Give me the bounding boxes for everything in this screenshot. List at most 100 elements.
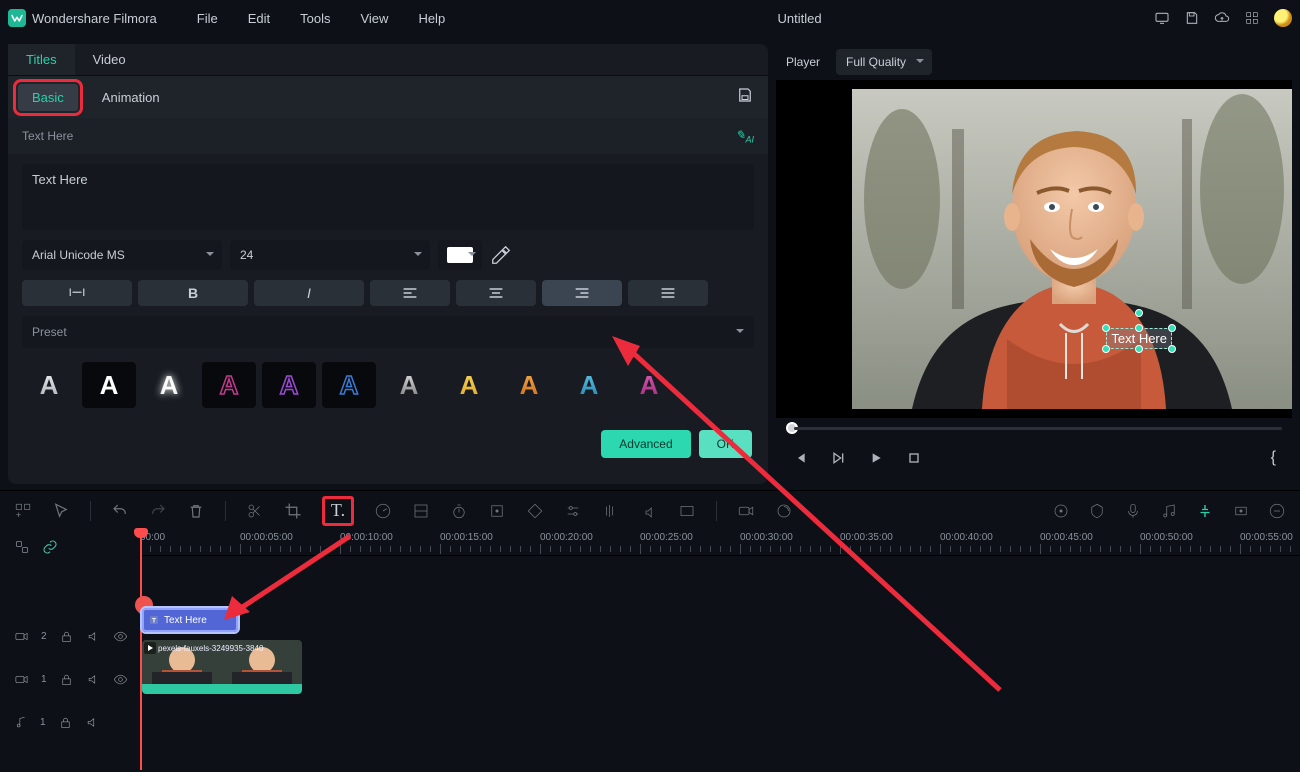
audio-detach-icon[interactable] xyxy=(602,502,620,520)
add-media-icon[interactable] xyxy=(14,502,32,520)
timer-icon[interactable] xyxy=(450,502,468,520)
cam-track-icon xyxy=(14,629,29,644)
stop-icon[interactable] xyxy=(906,450,922,466)
music-icon[interactable] xyxy=(1160,502,1178,520)
voiceover-icon[interactable] xyxy=(640,502,658,520)
preset-7[interactable]: A xyxy=(442,362,496,408)
tab-video[interactable]: Video xyxy=(75,44,144,75)
cursor-icon[interactable] xyxy=(52,502,70,520)
ai-icon[interactable]: ✎AI xyxy=(735,128,754,144)
video-clip[interactable]: pexels-fauxels-3249935-3840 xyxy=(142,640,302,694)
delete-icon[interactable] xyxy=(187,502,205,520)
render-icon[interactable] xyxy=(678,502,696,520)
menu-tools[interactable]: Tools xyxy=(300,11,330,26)
link-icon[interactable] xyxy=(42,539,58,555)
overlay-track[interactable]: T Text Here xyxy=(140,608,1300,640)
ruler-label: 00:00:20:00 xyxy=(540,532,593,543)
title-text-input[interactable] xyxy=(22,164,754,230)
font-color-picker[interactable] xyxy=(438,240,482,270)
menu-help[interactable]: Help xyxy=(418,11,445,26)
preset-9[interactable]: A xyxy=(562,362,616,408)
progress-bar[interactable] xyxy=(776,418,1292,438)
menu-file[interactable]: File xyxy=(197,11,218,26)
font-family-dropdown[interactable]: Arial Unicode MS xyxy=(22,240,222,270)
prev-frame-icon[interactable] xyxy=(792,450,808,466)
ruler-label: 00:00:10:00 xyxy=(340,532,393,543)
greenscreen-icon[interactable] xyxy=(526,502,544,520)
split-icon[interactable] xyxy=(246,502,264,520)
lock-icon[interactable] xyxy=(59,629,74,644)
play-icon[interactable] xyxy=(868,450,884,466)
video-track[interactable]: pexels-fauxels-3249935-3840 xyxy=(140,640,1300,700)
mute-icon[interactable] xyxy=(86,672,101,687)
adjustment-icon[interactable] xyxy=(564,502,582,520)
preset-3[interactable]: A xyxy=(202,362,256,408)
eyedropper-icon[interactable] xyxy=(490,244,512,266)
font-size-dropdown[interactable]: 24 xyxy=(230,240,430,270)
eye-icon[interactable] xyxy=(113,629,128,644)
char-spacing-button[interactable] xyxy=(22,280,132,306)
redo-icon[interactable] xyxy=(149,502,167,520)
keyframe-icon[interactable] xyxy=(488,502,506,520)
title-inspector-panel: Titles Video Basic Animation Text Here ✎… xyxy=(8,44,768,484)
eye-icon[interactable] xyxy=(113,672,128,687)
speed-icon[interactable] xyxy=(374,502,392,520)
monitor-icon[interactable] xyxy=(1154,10,1170,26)
preview-text-overlay[interactable]: Text Here xyxy=(1106,328,1172,349)
snap-icon[interactable] xyxy=(1232,502,1250,520)
preview-viewport[interactable]: Text Here xyxy=(776,80,1292,418)
save-preset-icon[interactable] xyxy=(736,86,754,104)
play-pause-icon[interactable] xyxy=(830,450,846,466)
time-ruler[interactable]: 00:0000:00:05:0000:00:10:0000:00:15:0000… xyxy=(140,530,1300,556)
expand-icon[interactable]: { xyxy=(1271,449,1276,467)
ai-tool-icon[interactable] xyxy=(775,502,793,520)
timeline: 2 1 1 00:0000:00:05:0000:00:10:0000:00:1… xyxy=(0,530,1300,772)
menu-edit[interactable]: Edit xyxy=(248,11,270,26)
quality-dropdown[interactable]: Full Quality xyxy=(836,49,932,75)
save-icon[interactable] xyxy=(1184,10,1200,26)
grid-icon[interactable] xyxy=(1244,10,1260,26)
manage-tracks-icon[interactable] xyxy=(14,539,30,555)
mute-icon[interactable] xyxy=(85,715,100,730)
preset-1[interactable]: A xyxy=(82,362,136,408)
bold-button[interactable]: B xyxy=(138,280,248,306)
align-left-button[interactable] xyxy=(370,280,450,306)
undo-icon[interactable] xyxy=(111,502,129,520)
align-justify-button[interactable] xyxy=(628,280,708,306)
preset-2[interactable]: A xyxy=(142,362,196,408)
preset-10[interactable]: A xyxy=(622,362,676,408)
ok-button[interactable]: OK xyxy=(699,430,752,458)
advanced-button[interactable]: Advanced xyxy=(601,430,690,458)
tab-titles[interactable]: Titles xyxy=(8,44,75,75)
preset-0[interactable]: A xyxy=(22,362,76,408)
record-icon[interactable] xyxy=(737,502,755,520)
user-avatar-icon[interactable] xyxy=(1274,9,1292,27)
marker-icon[interactable] xyxy=(1088,502,1106,520)
align-center-button[interactable] xyxy=(456,280,536,306)
lock-icon[interactable] xyxy=(59,672,74,687)
menu-view[interactable]: View xyxy=(360,11,388,26)
subtab-animation[interactable]: Animation xyxy=(88,84,174,111)
tracks-area[interactable]: 00:0000:00:05:0000:00:10:0000:00:15:0000… xyxy=(140,530,1300,772)
italic-button[interactable]: I xyxy=(254,280,364,306)
magnet-icon[interactable] xyxy=(1196,502,1214,520)
preset-4[interactable]: A xyxy=(262,362,316,408)
color-icon[interactable] xyxy=(412,502,430,520)
cloud-upload-icon[interactable] xyxy=(1214,10,1230,26)
preset-6[interactable]: A xyxy=(382,362,436,408)
lock-icon[interactable] xyxy=(58,715,73,730)
title-clip[interactable]: T Text Here xyxy=(142,608,238,632)
preset-8[interactable]: A xyxy=(502,362,556,408)
mixer-icon[interactable] xyxy=(1052,502,1070,520)
mic-icon[interactable] xyxy=(1124,502,1142,520)
preset-5[interactable]: A xyxy=(322,362,376,408)
app-logo-icon xyxy=(8,9,26,27)
add-title-button[interactable]: T. xyxy=(322,496,354,526)
subtab-basic[interactable]: Basic xyxy=(18,84,78,111)
mute-icon[interactable] xyxy=(86,629,101,644)
preset-dropdown[interactable]: Preset xyxy=(22,316,754,348)
main-menu: File Edit Tools View Help xyxy=(197,11,445,26)
zoom-out-icon[interactable] xyxy=(1268,502,1286,520)
align-right-button[interactable] xyxy=(542,280,622,306)
crop-icon[interactable] xyxy=(284,502,302,520)
